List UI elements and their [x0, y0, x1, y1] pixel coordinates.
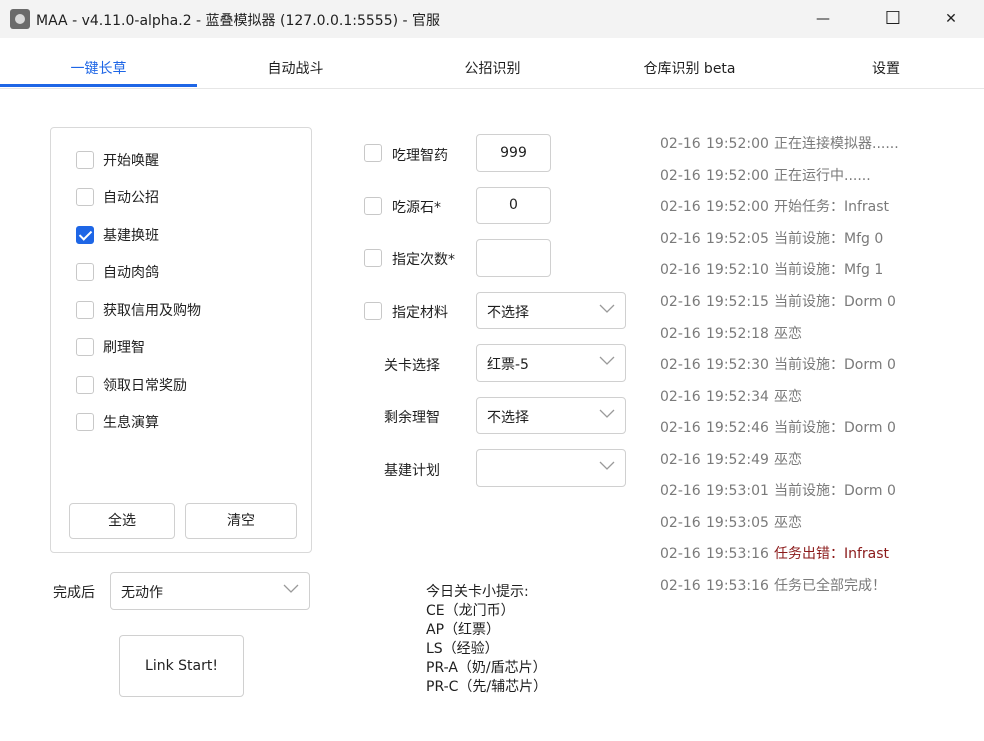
select-all-button[interactable]: 全选 — [69, 503, 175, 539]
log-entry: 02-16 19:53:01 当前设施：Dorm 0 — [660, 483, 896, 499]
task-label-daily-rewards: 领取日常奖励 — [103, 378, 187, 394]
use-stone-checkbox[interactable] — [364, 197, 382, 215]
stage-hints: 今日关卡小提示: CE（龙门币） AP（红票） LS（经验） PR-A（奶/盾芯… — [426, 583, 547, 697]
log-entry: 02-16 19:52:10 当前设施：Mfg 1 — [660, 262, 884, 278]
infrast-plan-label: 基建计划 — [384, 463, 440, 479]
task-checkbox-reclamation[interactable] — [76, 413, 94, 431]
tab-recruit[interactable]: 公招识别 — [394, 38, 591, 88]
task-label-credit-shop: 获取信用及购物 — [103, 303, 201, 319]
log-entry: 02-16 19:52:34 巫恋 — [660, 389, 802, 405]
link-start-button[interactable]: Link Start! — [119, 635, 244, 697]
log-entry: 02-16 19:52:18 巫恋 — [660, 326, 802, 342]
chevron-down-icon — [599, 409, 615, 418]
log-entry: 02-16 19:52:00 正在连接模拟器...... — [660, 136, 899, 152]
tab-farming[interactable]: 一键长草 — [0, 38, 197, 88]
chevron-down-icon — [599, 461, 615, 470]
stage-hint-line: PR-C（先/辅芯片） — [426, 679, 548, 695]
task-checkbox-roguelike[interactable] — [76, 263, 94, 281]
remaining-sanity-label: 剩余理智 — [384, 410, 440, 426]
stage-hint-line: AP（红票） — [426, 622, 501, 638]
use-stone-label: 吃源石* — [392, 200, 441, 216]
maximize-button[interactable]: ☐ — [870, 0, 916, 38]
log-entry-error: 02-16 19:53:16 任务出错：Infrast — [660, 546, 890, 562]
log-entry: 02-16 19:52:30 当前设施：Dorm 0 — [660, 357, 896, 373]
window-title: MAA - v4.11.0-alpha.2 - 蓝叠模拟器 (127.0.0.1… — [36, 13, 441, 29]
log-entry: 02-16 19:52:46 当前设施：Dorm 0 — [660, 420, 896, 436]
task-label-roguelike: 自动肉鸽 — [103, 265, 159, 281]
log-entry: 02-16 19:52:00 开始任务：Infrast — [660, 199, 890, 215]
title-bar: MAA - v4.11.0-alpha.2 - 蓝叠模拟器 (127.0.0.1… — [0, 0, 984, 38]
app-logo-icon — [10, 9, 30, 29]
task-label-wakeup: 开始唤醒 — [103, 153, 159, 169]
remaining-sanity-select[interactable]: 不选择 — [476, 397, 626, 434]
specify-material-label: 指定材料 — [392, 305, 448, 321]
task-checkbox-recruit[interactable] — [76, 188, 94, 206]
log-entry: 02-16 19:52:00 正在运行中...... — [660, 168, 871, 184]
remaining-sanity-value: 不选择 — [487, 410, 529, 426]
task-checkbox-sanity[interactable] — [76, 338, 94, 356]
minimize-button[interactable]: — — [800, 0, 846, 38]
close-button[interactable]: ✕ — [928, 0, 974, 38]
after-complete-value: 无动作 — [121, 585, 163, 601]
use-potion-checkbox[interactable] — [364, 144, 382, 162]
log-entry: 02-16 19:52:05 当前设施：Mfg 0 — [660, 231, 884, 247]
potion-count-input[interactable]: 999 — [476, 134, 551, 172]
specify-material-checkbox[interactable] — [364, 302, 382, 320]
log-entry: 02-16 19:52:15 当前设施：Dorm 0 — [660, 294, 896, 310]
task-label-sanity: 刷理智 — [103, 340, 145, 356]
log-entry: 02-16 19:53:05 巫恋 — [660, 515, 802, 531]
task-label-infrast: 基建换班 — [103, 228, 159, 244]
stage-hint-line: PR-A（奶/盾芯片） — [426, 660, 547, 676]
active-tab-indicator — [0, 84, 197, 87]
chevron-down-icon — [283, 584, 299, 593]
stone-count-input[interactable]: 0 — [476, 187, 551, 224]
stage-select[interactable]: 红票-5 — [476, 344, 626, 382]
specify-times-checkbox[interactable] — [364, 249, 382, 267]
stage-select-label: 关卡选择 — [384, 358, 440, 374]
task-label-recruit: 自动公招 — [103, 190, 159, 206]
log-entry: 02-16 19:52:49 巫恋 — [660, 452, 802, 468]
clear-button[interactable]: 清空 — [185, 503, 297, 539]
task-label-reclamation: 生息演算 — [103, 415, 159, 431]
task-list-panel: 开始唤醒 自动公招 基建换班 自动肉鸽 获取信用及购物 刷理智 领取日常奖励 生… — [50, 127, 312, 553]
log-entry: 02-16 19:53:16 任务已全部完成！ — [660, 578, 886, 594]
after-complete-label: 完成后 — [53, 585, 95, 601]
task-checkbox-infrast[interactable] — [76, 226, 94, 244]
tab-settings[interactable]: 设置 — [788, 38, 984, 88]
specify-times-label: 指定次数* — [392, 252, 455, 268]
tab-depot[interactable]: 仓库识别 beta — [591, 38, 788, 88]
use-potion-label: 吃理智药 — [392, 148, 448, 164]
material-value: 不选择 — [487, 305, 529, 321]
task-checkbox-wakeup[interactable] — [76, 151, 94, 169]
chevron-down-icon — [599, 356, 615, 365]
material-select[interactable]: 不选择 — [476, 292, 626, 329]
after-complete-select[interactable]: 无动作 — [110, 572, 310, 610]
infrast-plan-select[interactable] — [476, 449, 626, 487]
stage-hints-title: 今日关卡小提示: — [426, 584, 529, 600]
task-checkbox-credit-shop[interactable] — [76, 301, 94, 319]
task-checkbox-daily-rewards[interactable] — [76, 376, 94, 394]
chevron-down-icon — [599, 304, 615, 313]
stage-hint-line: LS（经验） — [426, 641, 499, 657]
tab-bar: 一键长草 自动战斗 公招识别 仓库识别 beta 设置 — [0, 38, 984, 89]
times-input[interactable] — [476, 239, 551, 277]
stage-value: 红票-5 — [487, 357, 529, 373]
stage-hint-line: CE（龙门币） — [426, 603, 515, 619]
tab-auto-battle[interactable]: 自动战斗 — [197, 38, 394, 88]
